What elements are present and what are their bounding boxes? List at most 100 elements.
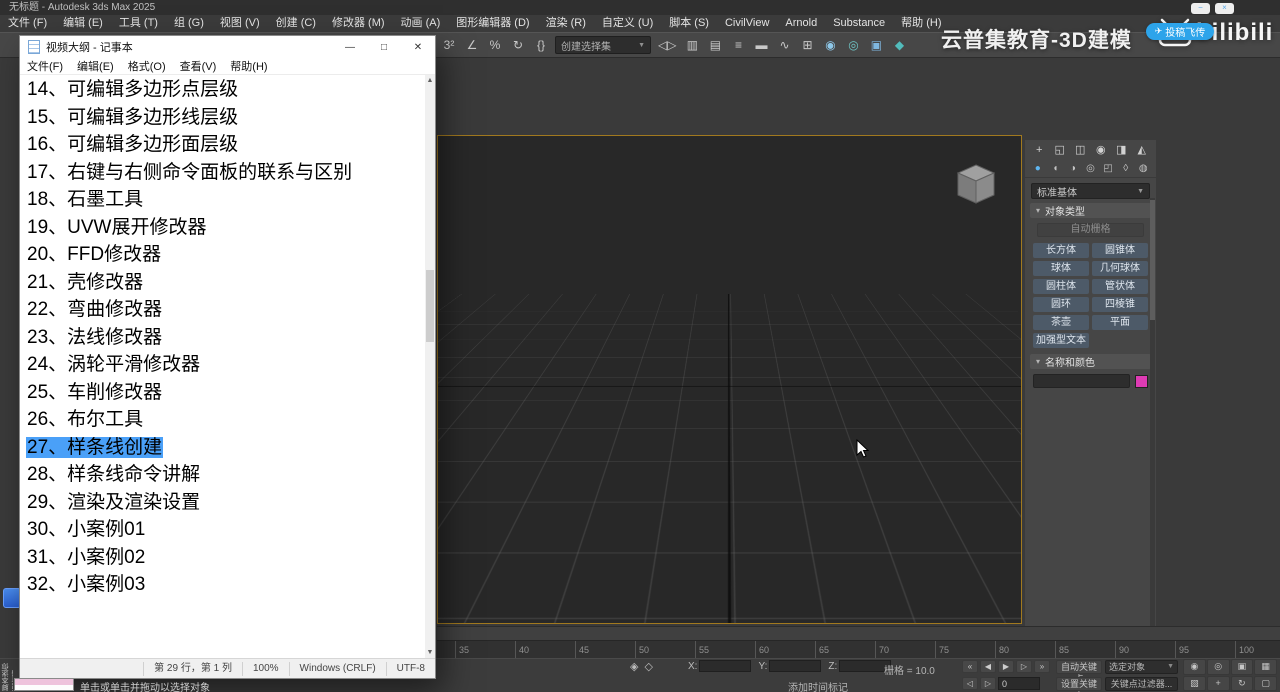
play-icon[interactable]: ▶ — [998, 660, 1014, 673]
lights-category-icon[interactable]: ◑ — [1065, 163, 1081, 174]
object-type-button[interactable]: 圆锥体 — [1092, 243, 1148, 258]
menu-item[interactable]: 动画 (A) — [393, 15, 449, 32]
notepad-line[interactable]: 30、小案例01 — [26, 516, 425, 544]
menu-item[interactable]: 创建 (C) — [268, 15, 324, 32]
layer-explorer-toggle-icon[interactable]: ≡ — [729, 35, 747, 55]
notepad-line[interactable]: 18、石墨工具 — [26, 186, 425, 214]
previous-key-icon[interactable]: ◁ — [962, 677, 978, 690]
notepad-line[interactable]: 29、渲染及渲染设置 — [26, 489, 425, 517]
ribbon-toggle-icon[interactable]: ▬ — [752, 35, 770, 55]
scrollbar-thumb[interactable] — [426, 270, 434, 342]
notepad-menu-item[interactable]: 帮助(H) — [223, 58, 274, 74]
track-bar[interactable] — [437, 626, 1280, 640]
primitive-category-dropdown[interactable]: 标准基体 ▼ — [1031, 183, 1150, 199]
spacewarps-category-icon[interactable]: ◊ — [1118, 163, 1134, 174]
isolate-selection-icon[interactable]: ◈ — [630, 660, 638, 673]
notepad-line[interactable]: 23、法线修改器 — [26, 324, 425, 352]
previous-frame-icon[interactable]: ◀ — [980, 660, 996, 673]
coordinate-field[interactable] — [699, 660, 752, 672]
display-panel-icon[interactable]: ◨ — [1112, 142, 1131, 159]
material-editor-icon[interactable]: ◉ — [821, 35, 839, 55]
notepad-menu-item[interactable]: 格式(O) — [121, 58, 173, 74]
rendered-frame-icon[interactable]: ▣ — [867, 35, 885, 55]
upload-button[interactable]: ✈ 投稿飞传 — [1146, 23, 1214, 40]
zoom-all-icon[interactable]: ◎ — [1206, 659, 1230, 675]
key-selection-dropdown[interactable]: 选定对象 ▼ — [1105, 660, 1178, 674]
notepad-line[interactable]: 14、可编辑多边形点层级 — [26, 76, 425, 104]
align-icon[interactable]: ▥ — [683, 35, 701, 55]
object-type-button[interactable]: 管状体 — [1092, 279, 1148, 294]
notepad-line[interactable]: 22、弯曲修改器 — [26, 296, 425, 324]
recorder-minimize-button[interactable]: − — [1191, 3, 1210, 14]
go-to-end-icon[interactable]: » — [1034, 660, 1050, 673]
object-color-swatch[interactable] — [1135, 374, 1148, 388]
notepad-line[interactable]: 17、右键与右侧命令面板的联系与区别 — [26, 159, 425, 187]
notepad-line[interactable]: 26、布尔工具 — [26, 406, 425, 434]
named-selection-sets-icon[interactable]: {} — [532, 35, 550, 55]
notepad-menu-item[interactable]: 文件(F) — [20, 58, 70, 74]
panel-scrollbar[interactable] — [1150, 198, 1155, 652]
floating-app-icon[interactable] — [3, 588, 21, 608]
motion-panel-icon[interactable]: ◉ — [1092, 142, 1111, 159]
auto-key-button[interactable]: 自动关键点 — [1056, 660, 1102, 684]
menu-item[interactable]: 编辑 (E) — [55, 15, 111, 32]
object-type-button[interactable]: 加强型文本 — [1033, 333, 1089, 348]
menu-item[interactable]: 视图 (V) — [212, 15, 268, 32]
notepad-line[interactable]: 21、壳修改器 — [26, 269, 425, 297]
notepad-line[interactable]: 19、UVW展开修改器 — [26, 214, 425, 242]
key-filters-button[interactable]: 关键点过滤器... — [1105, 677, 1178, 691]
menu-item[interactable]: 工具 (T) — [111, 15, 166, 32]
spinner-snap-icon[interactable]: ↻ — [509, 35, 527, 55]
notepad-line[interactable]: 16、可编辑多边形面层级 — [26, 131, 425, 159]
render-production-icon[interactable]: ◆ — [890, 35, 908, 55]
object-type-button[interactable]: 四棱锥 — [1092, 297, 1148, 312]
timeline-ruler[interactable]: 35 40 45 50 55 60 65 70 75 80 85 90 95 100 — [437, 640, 1280, 658]
notepad-menu-item[interactable]: 查看(V) — [173, 58, 224, 74]
pan-icon[interactable]: + — [1206, 675, 1230, 691]
notepad-line[interactable]: 32、小案例03 — [26, 571, 425, 599]
object-type-rollout[interactable]: ▾ 对象类型 — [1030, 203, 1151, 218]
shapes-category-icon[interactable]: ◖ — [1048, 163, 1064, 174]
scene-explorer-toggle-icon[interactable]: ▤ — [706, 35, 724, 55]
selection-lock-icon[interactable]: ◇ — [644, 660, 652, 673]
object-type-button[interactable]: 圆环 — [1033, 297, 1089, 312]
curve-editor-icon[interactable]: ∿ — [775, 35, 793, 55]
menu-item[interactable]: Substance — [825, 15, 893, 32]
notepad-line[interactable]: 15、可编辑多边形线层级 — [26, 104, 425, 132]
next-frame-icon[interactable]: ▷ — [1016, 660, 1032, 673]
zoom-extents-icon[interactable]: ▣ — [1230, 659, 1254, 675]
render-setup-icon[interactable]: ◎ — [844, 35, 862, 55]
object-type-button[interactable]: 几何球体 — [1092, 261, 1148, 276]
add-time-tag[interactable]: 添加时间标记 — [788, 679, 848, 692]
utilities-panel-icon[interactable]: ◭ — [1133, 142, 1152, 159]
orbit-icon[interactable]: ↻ — [1230, 675, 1254, 691]
schematic-view-icon[interactable]: ⊞ — [798, 35, 816, 55]
notepad-minimize-button[interactable]: — — [333, 36, 367, 58]
mirror-icon[interactable]: ◁▷ — [656, 35, 678, 55]
viewcube[interactable] — [949, 158, 1003, 212]
notepad-maximize-button[interactable]: □ — [367, 36, 401, 58]
zoom-icon[interactable]: ◉ — [1183, 659, 1206, 675]
go-to-start-icon[interactable]: « — [962, 660, 978, 673]
next-key-icon[interactable]: ▷ — [980, 677, 996, 690]
percent-snap-icon[interactable]: % — [486, 35, 504, 55]
maximize-viewport-icon[interactable]: ▢ — [1254, 675, 1277, 691]
systems-category-icon[interactable]: ◍ — [1135, 163, 1151, 174]
recorder-close-button[interactable]: × — [1215, 3, 1234, 14]
object-type-button[interactable]: 茶壶 — [1033, 315, 1089, 330]
object-type-button[interactable]: 球体 — [1033, 261, 1089, 276]
notepad-line[interactable]: 31、小案例02 — [26, 544, 425, 572]
menu-item[interactable]: Arnold — [777, 15, 825, 32]
notepad-line[interactable]: 24、涡轮平滑修改器 — [26, 351, 425, 379]
scroll-down-icon[interactable]: ▼ — [425, 649, 435, 656]
hierarchy-panel-icon[interactable]: ◫ — [1071, 142, 1090, 159]
helpers-category-icon[interactable]: ◰ — [1100, 163, 1116, 174]
maxscript-mini-listener[interactable] — [14, 678, 74, 691]
geometry-category-icon[interactable]: ● — [1030, 163, 1046, 174]
perspective-viewport[interactable] — [437, 135, 1022, 624]
menu-item[interactable]: 文件 (F) — [0, 15, 55, 32]
named-selection-set-dropdown[interactable]: 创建选择集 ▼ — [555, 36, 651, 54]
zoom-extents-all-icon[interactable]: ▦ — [1254, 659, 1277, 675]
notepad-close-button[interactable]: ✕ — [401, 36, 435, 58]
menu-item[interactable]: 图形编辑器 (D) — [448, 15, 537, 32]
